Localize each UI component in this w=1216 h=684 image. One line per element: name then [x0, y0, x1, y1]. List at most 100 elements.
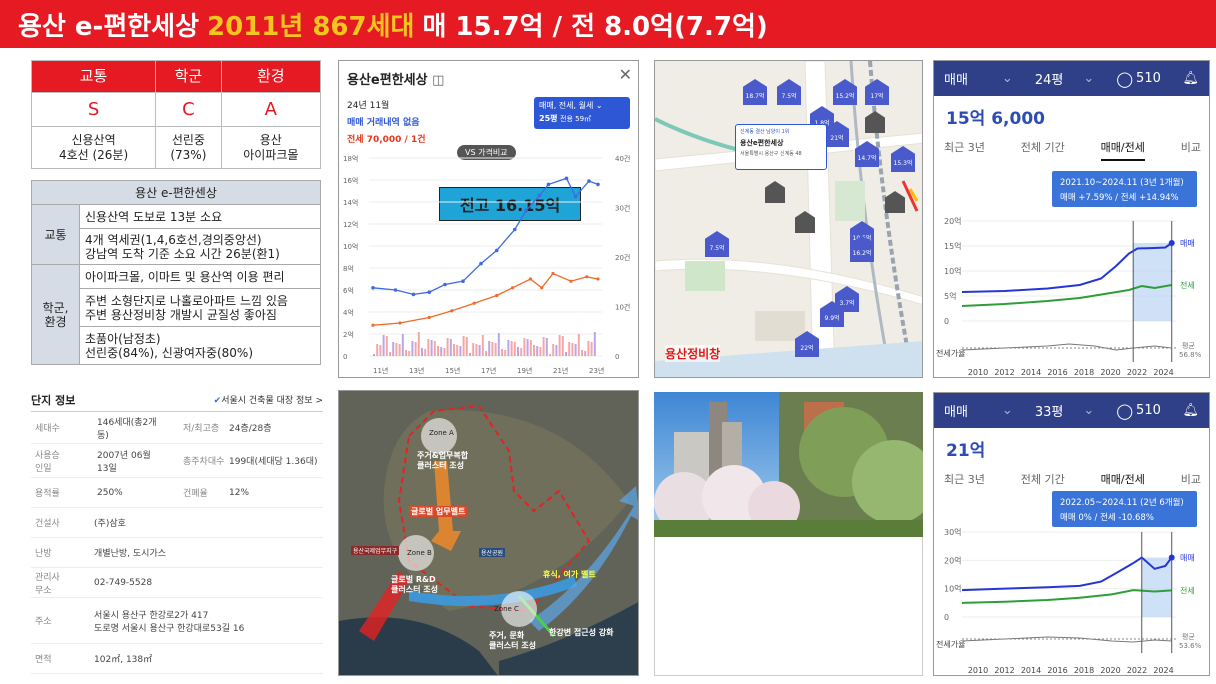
complex-info-k: 건설사: [35, 519, 60, 529]
summary-cat: 교통: [31, 204, 80, 265]
y-tick: 30억: [944, 527, 962, 537]
x-tick: 23년: [589, 366, 604, 375]
x-tick: 13년: [409, 366, 424, 375]
volume-bar: [581, 350, 583, 356]
map-popup[interactable]: 신계동 결산 남양이 1위 용산e편한세상 서울특별시 용산구 신계동 48: [735, 124, 827, 170]
current-price: 21억: [946, 441, 986, 461]
volume-bar: [395, 343, 398, 356]
intl-district-label: 용산국제업무지구: [351, 546, 400, 555]
x-tick: 2018: [1074, 368, 1094, 377]
complex-title: 단지 정보: [31, 393, 76, 407]
volume-bar: [469, 353, 471, 356]
zone-c-desc: 주거, 문화 클러스터 조성: [489, 631, 536, 650]
complex-info: 단지 정보 ✔서울시 건축물 대장 정보 > 세대수 146세대(총2개동) 저/최…: [31, 388, 323, 676]
bell-icon[interactable]: 🔔︎: [1182, 71, 1199, 86]
y2-tick: 20건: [615, 253, 630, 262]
x-tick: 2014: [1021, 368, 1041, 377]
size-select[interactable]: 24평: [1035, 69, 1064, 88]
jeonse-point: [398, 321, 402, 325]
volume-bar: [417, 332, 420, 356]
sale-point: [371, 286, 375, 290]
y2-tick: 10건: [615, 303, 630, 312]
rest-belt-label: 휴식, 여가 벨트: [543, 570, 596, 579]
volume-bar: [472, 343, 475, 356]
type-select[interactable]: 매매: [944, 69, 968, 88]
avg-value: 56.8%: [1179, 351, 1202, 359]
volume-bar: [465, 337, 468, 356]
grade-value: S: [30, 92, 157, 127]
complex-info-row: 용적률 250% 건폐율 12%: [31, 478, 323, 508]
complex-info-row: 주소 서울시 용산구 한강로2가 417 도로명 서울시 용산구 한강대로53길 …: [31, 598, 323, 644]
volume-bar: [558, 335, 561, 356]
range-highlight: [1141, 557, 1172, 617]
avg-value: 53.6%: [1179, 642, 1202, 650]
volume-bar: [481, 335, 484, 356]
grade-detail: 용산 아이파크몰: [220, 126, 322, 169]
title-year: 2011년 867세대: [207, 11, 415, 42]
type-select[interactable]: 매매: [944, 401, 968, 420]
jeonse-point: [495, 293, 499, 298]
tooltip-change: 매매 0% / 전세 -10.68%: [1060, 512, 1154, 523]
complex-info-row: 건설사 (주)삼호: [31, 508, 323, 538]
volume-bar: [507, 340, 510, 356]
tooltip-change: 매매 +7.59% / 전세 +14.94%: [1060, 192, 1179, 203]
comment-icon[interactable]: ◯: [1116, 402, 1133, 420]
volume-bar: [421, 348, 423, 356]
jeonse-point: [585, 275, 589, 279]
building-register-link[interactable]: ✔서울시 건축물 대장 정보 >: [214, 393, 323, 406]
map-canvas: [655, 61, 922, 377]
current-price: 15억 6,000: [946, 109, 1045, 129]
jeonse-point: [472, 301, 476, 305]
size-select[interactable]: 33평: [1035, 401, 1064, 420]
summary-item: 아이파크몰, 이마트 및 용산역 이용 편리: [79, 264, 321, 289]
price-history-chart: 30억 20억 10억 0 2010 2012 2014 2016 2018 2020 2022 20…: [936, 491, 1202, 675]
volume-bar: [513, 342, 516, 356]
ratio-legend: 전세가율: [936, 639, 965, 649]
y-tick: 4억: [343, 309, 354, 317]
zone-a-desc: 주거&업무복합 클러스터 조성: [417, 451, 469, 470]
grade-detail: 선린중 (73%): [155, 126, 222, 169]
y-tick: 2억: [343, 331, 354, 339]
volume-bar: [430, 340, 433, 356]
x-tick: 2022: [1127, 666, 1147, 675]
jeonse-line: [372, 272, 599, 326]
volume-bar: [373, 354, 375, 356]
sale-point: [479, 261, 483, 266]
x-tick: 19년: [517, 366, 532, 375]
sale-point: [512, 227, 517, 232]
sale-point: [573, 194, 578, 199]
jeonse-point: [596, 277, 600, 281]
summary-title: 용산 e-편한센상: [31, 180, 321, 205]
complex-info-k: 용적률: [35, 489, 60, 499]
x-tick: 2010: [968, 368, 988, 377]
volume-bar: [571, 343, 574, 356]
blank-area: [654, 537, 923, 676]
summary-item: 4개 역세권(1,4,6호선,경의중앙선) 강남역 도착 기준 소요 시간 26…: [79, 228, 321, 265]
complex-info-k: 세대수: [35, 424, 60, 434]
complex-info-v2: 12%: [229, 487, 250, 498]
comment-count: 510: [1136, 71, 1161, 86]
complex-info-v2: 24층/28층: [229, 424, 272, 434]
volume-bar: [593, 332, 596, 356]
sale-point: [1168, 240, 1175, 246]
complex-info-k2: 건폐율: [183, 489, 208, 499]
grade-value: C: [155, 92, 222, 127]
complex-info-row: 사용승인일 2007년 06월 13일 총주차대수 199대(세대당 1.36대): [31, 444, 323, 478]
x-tick: 2016: [1047, 666, 1067, 675]
volume-bar: [449, 339, 452, 356]
volume-bar: [545, 338, 548, 356]
trade-chart: 18억 16억 14억 12억 10억 8억 6억 4억 2억 0 40건 30건 20건 10건 0 11년…: [343, 154, 630, 375]
complex-info-v: 개별난방, 도시가스: [94, 549, 167, 559]
complex-info-v: 102㎡, 138㎡: [94, 655, 153, 665]
volume-bar: [392, 342, 395, 356]
complex-info-row: 세대수 146세대(총2개동) 저/최고층 24층/28층: [31, 412, 323, 444]
bell-icon[interactable]: 🔔︎: [1182, 403, 1199, 418]
volume-bar: [478, 345, 481, 356]
comment-icon[interactable]: ◯: [1116, 70, 1133, 88]
x-tick: 21년: [553, 366, 568, 375]
volume-bar: [475, 344, 478, 356]
jeonse-legend: 전세: [1180, 585, 1195, 595]
location-map[interactable]: 18.7억7.5억15.2억17억1.8억21억14.7억15.3억10.5억7…: [654, 60, 923, 378]
x-tick: 2016: [1047, 368, 1067, 377]
price-toolbar: 매매 ⌄ 33평 ⌄ ◯ 510 🔔︎: [934, 393, 1209, 428]
